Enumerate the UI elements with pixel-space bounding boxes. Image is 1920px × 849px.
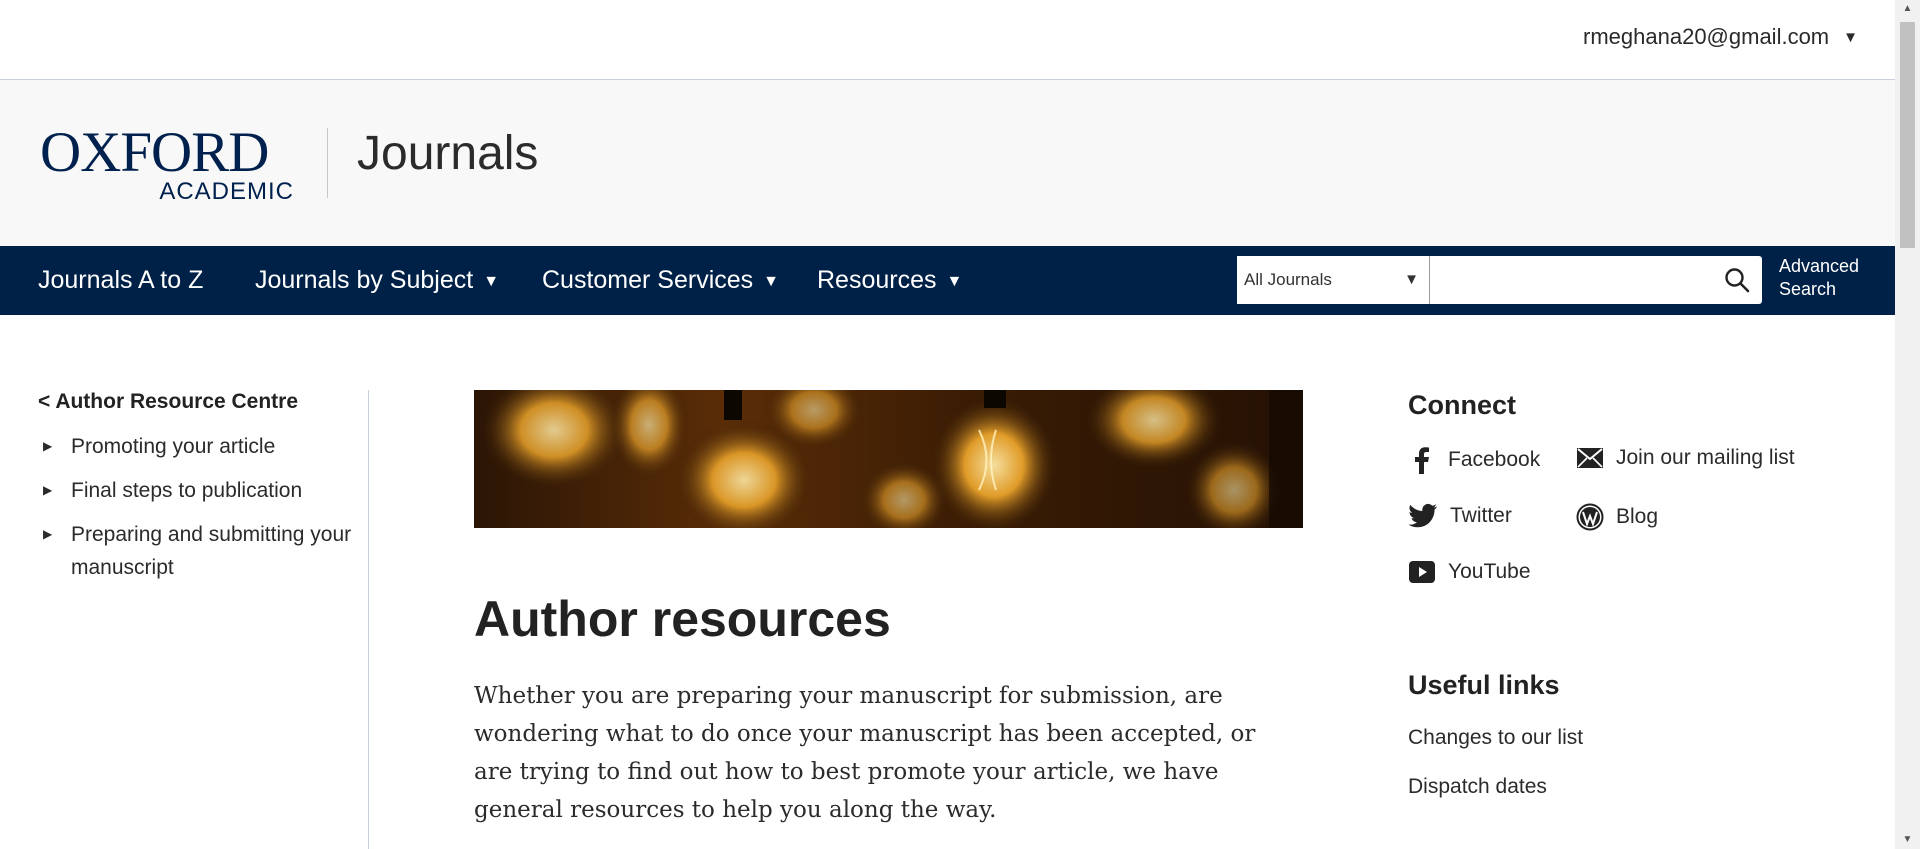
nav-label: Customer Services: [542, 266, 754, 294]
account-email[interactable]: rmeghana20@gmail.com: [1583, 24, 1829, 50]
sidebar-item-label: Promoting your article: [71, 435, 276, 458]
scroll-down-arrow-icon[interactable]: ▼: [1895, 831, 1920, 849]
advanced-search-link[interactable]: Advanced Search: [1779, 255, 1859, 301]
search-icon: [1725, 268, 1750, 293]
right-column: Connect Facebook Join our mailing list T…: [1408, 390, 1858, 798]
advanced-search-label-1: Advanced: [1779, 256, 1860, 276]
chevron-down-icon[interactable]: ▼: [1843, 29, 1858, 46]
main-nav: Journals A to Z Journals by Subject ▼ Cus…: [0, 246, 1895, 315]
mail-icon: [1577, 448, 1603, 468]
facebook-link[interactable]: Facebook: [1408, 446, 1540, 474]
page-title: Author resources: [474, 591, 891, 647]
brand-divider: [327, 128, 328, 198]
intro-paragraph: Whether you are preparing your manuscrip…: [474, 683, 1256, 823]
triangle-right-icon: ▶: [43, 527, 53, 541]
triangle-right-icon: ▶: [43, 439, 53, 453]
connect-heading: Connect: [1408, 390, 1516, 420]
useful-links-section: Useful links Changes to our list Dispatc…: [1408, 670, 1583, 799]
nav-journals-a-to-z[interactable]: Journals A to Z: [38, 246, 203, 315]
scroll-thumb[interactable]: [1900, 22, 1915, 248]
logo-oxford-text: OXFORD: [40, 121, 269, 184]
account-menu[interactable]: rmeghana20@gmail.com ▼: [1583, 24, 1858, 50]
search-button[interactable]: [1662, 256, 1762, 304]
dropdown-triangle-icon: ▼: [946, 273, 963, 290]
twitter-link[interactable]: Twitter: [1408, 503, 1512, 529]
nav-label: Journals by Subject: [255, 266, 474, 294]
mailing-list-link[interactable]: Join our mailing list: [1576, 446, 1795, 470]
light-bulbs-image: [474, 390, 1303, 528]
sidebar-item-preparing[interactable]: ▶ Preparing and submitting your manuscrip…: [38, 518, 358, 584]
nav-customer-services[interactable]: Customer Services ▼: [542, 246, 779, 315]
sidebar-item-final-steps[interactable]: ▶ Final steps to publication: [38, 474, 358, 507]
dropdown-triangle-icon: ▼: [1404, 271, 1419, 288]
nav-label: Resources: [817, 266, 937, 294]
sidebar: < Author Resource Centre ▶ Promoting your…: [38, 390, 358, 595]
oxford-academic-logo[interactable]: OXFORD ACADEMIC: [40, 121, 296, 205]
social-label: Join our mailing list: [1616, 446, 1795, 469]
useful-links-heading: Useful links: [1408, 670, 1560, 700]
hero-image: [474, 390, 1303, 528]
sidebar-item-label: Final steps to publication: [71, 479, 303, 502]
sidebar-list: ▶ Promoting your article ▶ Final steps to …: [38, 430, 358, 584]
nav-journals-by-subject[interactable]: Journals by Subject ▼: [255, 246, 499, 315]
sidebar-divider: [368, 390, 369, 849]
search-input[interactable]: [1430, 256, 1662, 304]
scroll-up-arrow-icon[interactable]: ▲: [1895, 0, 1920, 18]
connect-links: Facebook Join our mailing list Twitter B…: [1408, 446, 1858, 636]
link-dispatch-dates[interactable]: Dispatch dates: [1408, 775, 1583, 799]
youtube-icon: [1409, 561, 1435, 583]
brand-bar: OXFORD ACADEMIC Journals: [0, 80, 1895, 246]
social-label: Facebook: [1448, 448, 1541, 471]
triangle-right-icon: ▶: [43, 483, 53, 497]
sidebar-item-promoting[interactable]: ▶ Promoting your article: [38, 430, 358, 463]
dropdown-triangle-icon: ▼: [763, 273, 780, 290]
user-bar: rmeghana20@gmail.com ▼: [0, 0, 1895, 80]
social-label: YouTube: [1448, 560, 1531, 583]
nav-label: Journals A to Z: [38, 266, 204, 294]
dropdown-triangle-icon: ▼: [483, 273, 500, 290]
twitter-icon: [1408, 503, 1437, 528]
search-scope-select[interactable]: All Journals ▼: [1237, 256, 1430, 304]
back-to-author-resource-centre[interactable]: < Author Resource Centre: [38, 390, 358, 414]
link-changes-to-our-list[interactable]: Changes to our list: [1408, 726, 1583, 750]
site-title[interactable]: Journals: [357, 126, 538, 181]
sidebar-item-label: Preparing and submitting your manuscript: [71, 523, 352, 579]
youtube-link[interactable]: YouTube: [1408, 560, 1531, 584]
social-label: Twitter: [1450, 504, 1512, 527]
facebook-icon: [1415, 447, 1429, 474]
logo-academic-text: ACADEMIC: [159, 178, 294, 205]
blog-link[interactable]: Blog: [1576, 503, 1658, 531]
wordpress-icon: [1576, 503, 1604, 531]
social-label: Blog: [1616, 505, 1659, 528]
search-scope-value: All Journals: [1244, 270, 1332, 289]
page-scrollbar[interactable]: ▲ ▼: [1895, 0, 1920, 849]
nav-resources[interactable]: Resources ▼: [817, 246, 962, 315]
advanced-search-label-2: Search: [1779, 279, 1837, 299]
